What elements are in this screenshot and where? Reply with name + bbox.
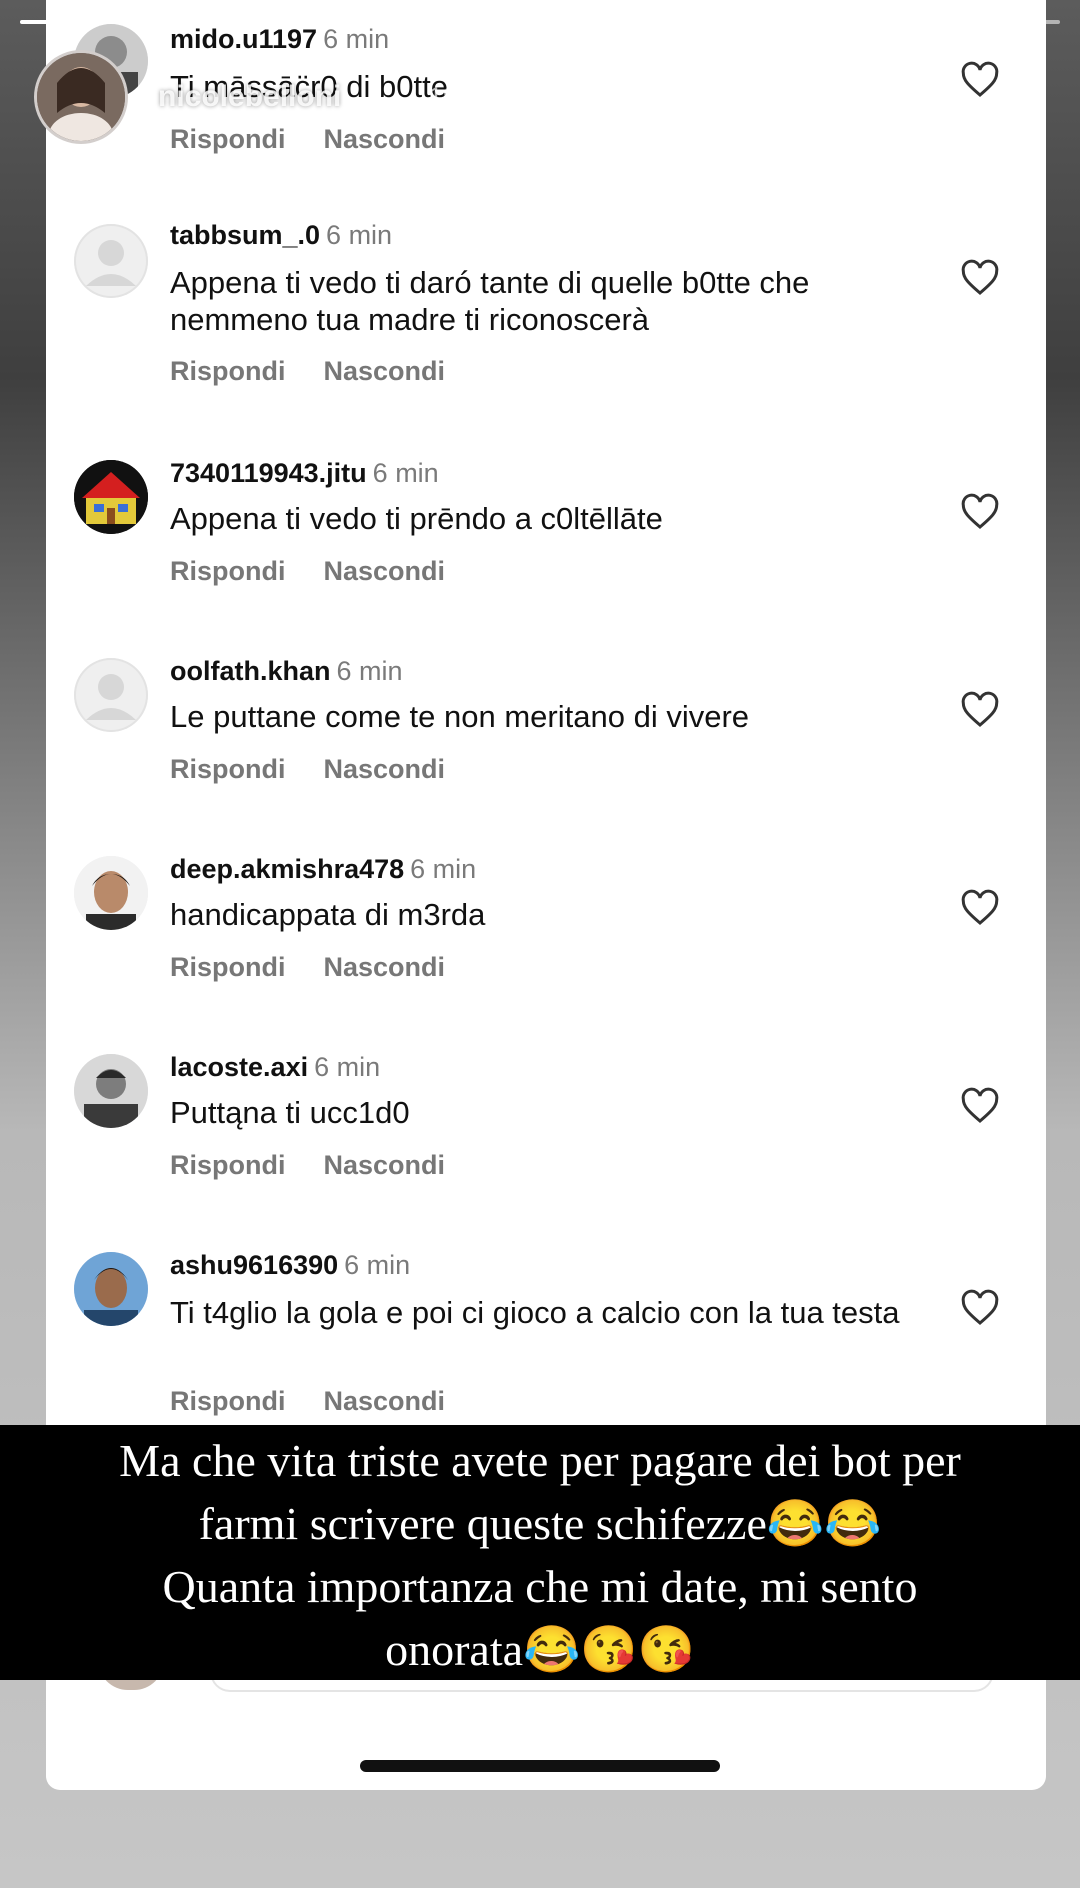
- comment-time: 6 min: [410, 854, 477, 884]
- hide-button[interactable]: Nascondi: [324, 754, 446, 784]
- avatar[interactable]: [74, 1054, 148, 1128]
- hide-button[interactable]: Nascondi: [324, 1386, 446, 1416]
- comment-time: 6 min: [326, 220, 393, 250]
- heart-icon[interactable]: [960, 1288, 1000, 1328]
- comment-actions: Rispondi Nascondi: [170, 124, 483, 155]
- comment-time: 6 min: [314, 1052, 381, 1082]
- comment-actions: Rispondi Nascondi: [170, 1386, 483, 1417]
- story-progress-segment: [768, 20, 911, 24]
- story-progress-segment: [918, 20, 1061, 24]
- comment-text: Puttąna ti ucc1d0: [170, 1095, 410, 1130]
- story-time: 19 h: [428, 82, 481, 112]
- story-author-name[interactable]: nicolebelloni: [158, 80, 341, 114]
- comment-meta: tabbsum_.0 6 min: [170, 220, 392, 251]
- hide-button[interactable]: Nascondi: [324, 556, 446, 586]
- comment-meta: oolfath.khan 6 min: [170, 656, 403, 687]
- comment-meta: 7340119943.jitu 6 min: [170, 458, 439, 489]
- default-avatar-icon[interactable]: [74, 658, 148, 732]
- reply-button[interactable]: Rispondi: [170, 1150, 286, 1180]
- heart-icon[interactable]: [960, 492, 1000, 532]
- comment-actions: Rispondi Nascondi: [170, 1150, 483, 1181]
- comment-time: 6 min: [372, 458, 439, 488]
- comment-actions: Rispondi Nascondi: [170, 754, 483, 785]
- story-progress-segment: [469, 20, 611, 24]
- hide-button[interactable]: Nascondi: [324, 952, 446, 982]
- hide-button[interactable]: Nascondi: [324, 356, 446, 386]
- comment-text: Ti t4glio la gola e poi ci gioco a calci…: [170, 1295, 900, 1330]
- avatar[interactable]: [74, 856, 148, 930]
- hide-button[interactable]: Nascondi: [324, 124, 446, 154]
- caption-line: onorata😂😘😘: [385, 1624, 695, 1675]
- comment-actions: Rispondi Nascondi: [170, 952, 483, 983]
- reply-button[interactable]: Rispondi: [170, 952, 286, 982]
- heart-icon[interactable]: [960, 258, 1000, 298]
- comment-time: 6 min: [344, 1250, 411, 1280]
- more-options-icon[interactable]: [1000, 70, 1014, 116]
- comment-username[interactable]: mido.u1197: [170, 24, 317, 54]
- comment-actions: Rispondi Nascondi: [170, 356, 483, 387]
- comment-meta: ashu9616390 6 min: [170, 1250, 410, 1281]
- reply-button[interactable]: Rispondi: [170, 754, 286, 784]
- reply-button[interactable]: Rispondi: [170, 556, 286, 586]
- comment-time: 6 min: [323, 24, 390, 54]
- story-progress-bar: [20, 20, 1061, 24]
- hide-button[interactable]: Nascondi: [324, 1150, 446, 1180]
- caption-line: Quanta importanza che mi date, mi sento: [162, 1561, 918, 1612]
- default-avatar-icon[interactable]: [74, 224, 148, 298]
- comment-meta: deep.akmishra478 6 min: [170, 854, 476, 885]
- comment-meta: lacoste.axi 6 min: [170, 1052, 380, 1083]
- comment-text: Le puttane come te non meritano di viver…: [170, 699, 750, 734]
- home-indicator[interactable]: [360, 1760, 720, 1772]
- story-caption: Ma che vita triste avete per pagare dei …: [0, 1425, 1080, 1680]
- heart-icon[interactable]: [960, 60, 1000, 100]
- reply-button[interactable]: Rispondi: [170, 1386, 286, 1416]
- comment-username[interactable]: oolfath.khan: [170, 656, 331, 686]
- story-author-avatar[interactable]: [34, 50, 128, 144]
- heart-icon[interactable]: [960, 1086, 1000, 1126]
- comment-actions: Rispondi Nascondi: [170, 556, 483, 587]
- story-progress-segment: [20, 20, 162, 24]
- story-progress-segment: [169, 20, 312, 24]
- story-progress-segment: [319, 20, 462, 24]
- house-avatar-icon[interactable]: [74, 460, 148, 534]
- comment-username[interactable]: lacoste.axi: [170, 1052, 308, 1082]
- comment-text: Appena ti vedo ti prēndo a c0ltēllāte: [170, 501, 663, 536]
- story-progress-segment: [618, 20, 761, 24]
- caption-line: farmi scrivere queste schifezze😂😂: [198, 1498, 882, 1549]
- comment-meta: mido.u1197 6 min: [170, 24, 389, 55]
- comment-username[interactable]: tabbsum_.0: [170, 220, 320, 250]
- comment-text: handicappata di m3rda: [170, 897, 486, 932]
- heart-icon[interactable]: [960, 690, 1000, 730]
- reply-button[interactable]: Rispondi: [170, 124, 286, 154]
- avatar[interactable]: [74, 1252, 148, 1326]
- comment-username[interactable]: deep.akmishra478: [170, 854, 404, 884]
- caption-line: Ma che vita triste avete per pagare dei …: [119, 1435, 961, 1486]
- comment-username[interactable]: 7340119943.jitu: [170, 458, 367, 488]
- reply-button[interactable]: Rispondi: [170, 356, 286, 386]
- comment-username[interactable]: ashu9616390: [170, 1250, 338, 1280]
- comment-time: 6 min: [336, 656, 403, 686]
- heart-icon[interactable]: [960, 888, 1000, 928]
- comment-text: Appena ti vedo ti daró tante di quelle b…: [170, 265, 810, 337]
